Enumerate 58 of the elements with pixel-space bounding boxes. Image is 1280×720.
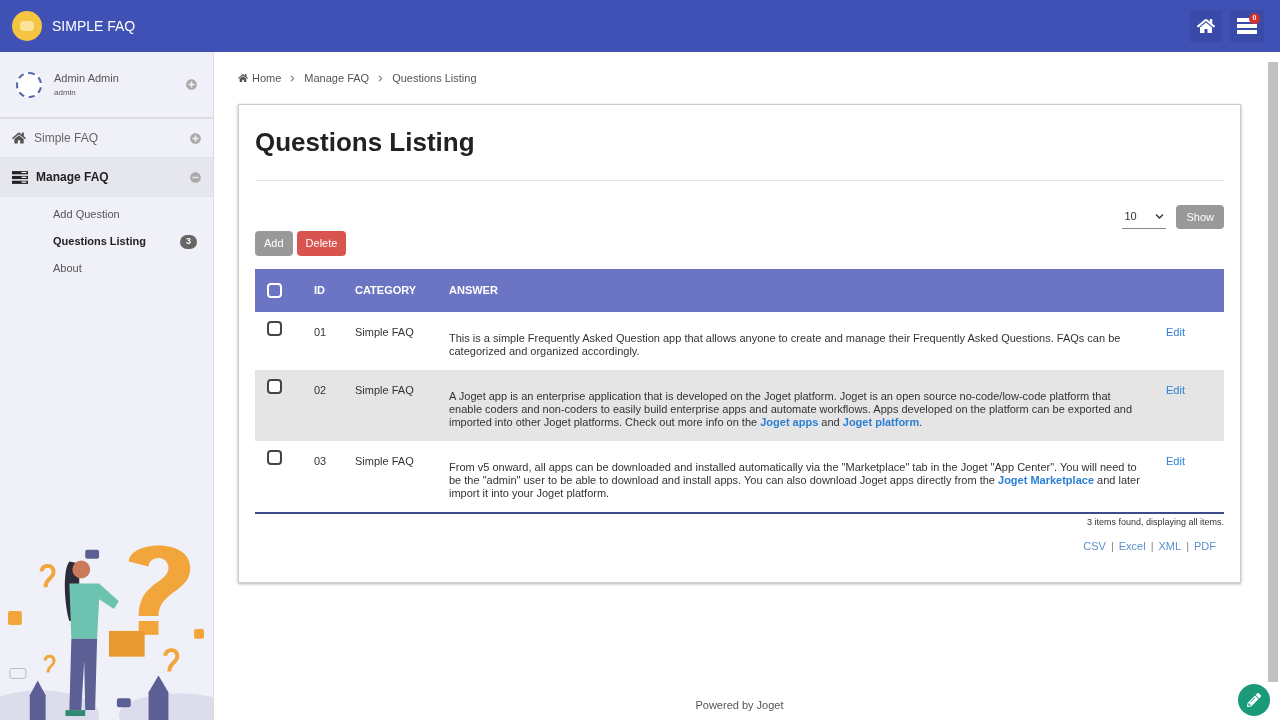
app-logo-icon [12, 11, 42, 41]
chevron-icon [377, 74, 385, 82]
edit-link[interactable]: Edit [1166, 384, 1185, 396]
table-cell: 03 [314, 455, 327, 467]
footer-text: Powered by Joget [695, 697, 784, 713]
app-title: SIMPLE FAQ [52, 16, 136, 36]
result-summary: 3 items found, displaying all items. [1086, 516, 1224, 529]
table-cell: Simple FAQ [355, 326, 414, 338]
export-link[interactable]: PDF [1194, 537, 1216, 554]
home-icon [238, 73, 248, 83]
chevron-icon [289, 74, 297, 82]
column-header[interactable]: CATEGORY [355, 269, 449, 312]
breadcrumb-link[interactable]: Questions Listing [392, 69, 477, 87]
table-cell: 02 [314, 384, 327, 396]
list-icon [12, 170, 28, 184]
home-icon [1197, 17, 1215, 35]
home-icon [12, 131, 26, 145]
pencil-icon [1247, 693, 1261, 707]
column-header[interactable]: ID [305, 269, 355, 312]
row-checkbox[interactable] [267, 321, 282, 336]
home-button[interactable] [1190, 10, 1222, 42]
menu-item[interactable]: Manage FAQ [0, 158, 213, 197]
count-badge: 3 [180, 234, 197, 249]
submenu-item[interactable]: Questions Listing 3 [0, 228, 213, 255]
select-all-checkbox[interactable] [267, 283, 282, 298]
edit-fab-button[interactable] [1238, 684, 1270, 716]
submenu-item[interactable]: Add Question [0, 201, 213, 228]
table-cell: Simple FAQ [355, 384, 414, 396]
caret-icon [1155, 212, 1165, 221]
edit-link[interactable]: Edit [1166, 326, 1185, 338]
breadcrumb-link[interactable]: Home [252, 69, 282, 87]
answer-link[interactable]: Joget apps [760, 416, 819, 428]
separator-text: | [1150, 538, 1154, 554]
export-link[interactable]: CSV [1083, 537, 1106, 554]
export-link[interactable]: Excel [1118, 537, 1146, 554]
delete-button[interactable]: Delete [296, 231, 347, 256]
answer-text: This is a simple Frequently Asked Question app that allows anyone to create and manage their Frequently Asked Questions. FAQs can be categorized and organized accordingly. [449, 332, 1122, 358]
edit-link[interactable]: Edit [1166, 455, 1185, 467]
row-checkbox[interactable] [267, 379, 282, 394]
column-header[interactable]: ANSWER [449, 269, 1160, 312]
table-cell: 01 [314, 326, 327, 338]
table-cell: Simple FAQ [355, 455, 414, 467]
separator-text: | [1186, 538, 1189, 554]
user-login: admin [54, 86, 77, 99]
answer-text: A Joget app is an enterprise application that is developed on the Joget platform. Joget is an open source no-code/low-code platform that enable coders and non-coders to easily build enterprise apps and automate workflows. Apps developed on the platform can be exported and imported into other Joget platforms. Check out more info on the Joget apps and Joget platform. [449, 390, 1134, 429]
page-title: Questions Listing [255, 123, 1224, 181]
add-button[interactable]: Add [255, 231, 293, 256]
user-name: Admin Admin [54, 71, 119, 87]
row-checkbox[interactable] [267, 450, 282, 465]
show-button[interactable]: Show [1176, 205, 1224, 229]
separator-text: | [1110, 538, 1114, 554]
answer-link[interactable]: Joget Marketplace [998, 474, 1094, 486]
avatar-icon [16, 71, 42, 98]
answer-text: From v5 onward, all apps can be downloaded and installed automatically via the "Marketplace" tab in the Joget "App Center". You will need to be the "admin" user to be able to download and install apps. You can also download Joget apps directly from the Joget Marketplace and later import it into your Joget platform. [449, 461, 1140, 500]
export-link[interactable]: XML [1158, 537, 1182, 554]
submenu-item[interactable]: About [0, 255, 213, 282]
breadcrumb-link[interactable]: Manage FAQ [304, 69, 370, 87]
page-size-select[interactable]: 10 [1122, 205, 1167, 229]
